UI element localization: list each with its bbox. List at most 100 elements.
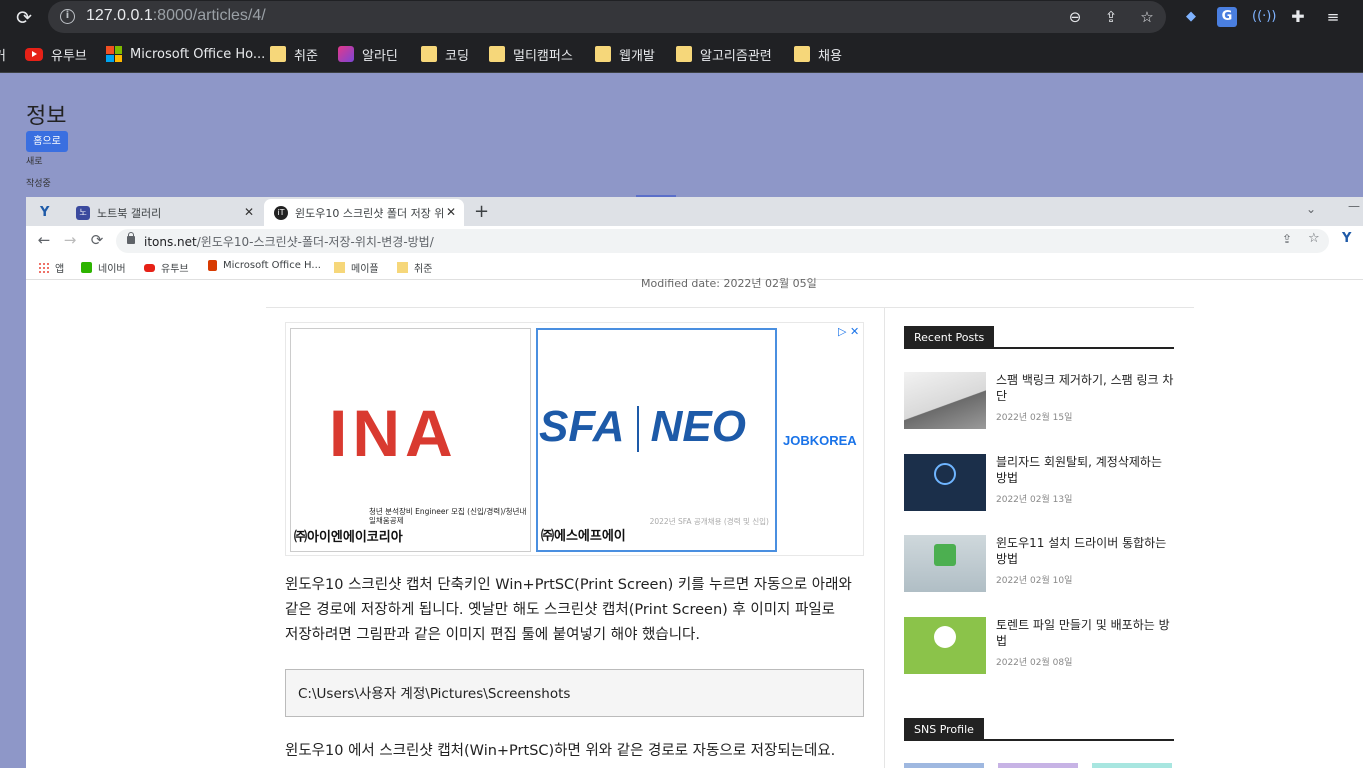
folder-icon — [595, 46, 611, 62]
ad-card-ina[interactable]: INA 청년 분석장비 Engineer 모집 (신입/경력)/청년내일채움공제… — [290, 328, 531, 552]
bookmark-folder-coding[interactable]: 코딩 — [421, 44, 469, 64]
sidebar-divider — [884, 308, 885, 768]
extensions-puzzle-icon[interactable]: ✚ — [1288, 7, 1308, 27]
article-paragraph-line: 같은 경로에 저장하게 됩니다. 옛날만 해도 스크린샷 캡처(Print Sc… — [285, 602, 836, 618]
tab-favicon-icon: 노 — [76, 205, 90, 220]
post-thumbnail[interactable] — [904, 535, 986, 592]
ad-card-sfa[interactable]: SFA NEO 2022년 SFA 공개채용 (경력 및 신입) ㈜에스에프에이 — [536, 328, 777, 552]
sns-icon[interactable] — [904, 763, 984, 768]
modified-date: Modified date: 2022년 02월 05일 — [641, 277, 817, 290]
translate-extension-icon[interactable]: G — [1217, 7, 1237, 27]
share-icon[interactable]: ⇪ — [1102, 8, 1120, 26]
ina-logo: INA — [329, 396, 458, 470]
naver-icon — [81, 262, 92, 273]
bookmark-microsoft-office[interactable]: Microsoft Office Ho... — [106, 44, 265, 64]
post-thumbnail[interactable] — [904, 454, 986, 511]
post-title[interactable]: 스팸 백링크 제거하기, 스팸 링크 차단 — [996, 372, 1174, 404]
inner-tab-gallery[interactable]: 노 노트북 갤러리 ✕ — [66, 199, 262, 226]
office-icon — [208, 260, 217, 271]
new-label: 새로 — [26, 157, 43, 167]
bookmark-folder-recruit[interactable]: 채용 — [794, 44, 842, 64]
minimize-icon[interactable]: — — [1348, 199, 1360, 213]
ad-company-name: ㈜아이엔에이코리아 — [294, 530, 403, 545]
bookmark-apps[interactable]: 앱 — [38, 260, 64, 275]
folder-icon — [489, 46, 505, 62]
divider — [266, 307, 1194, 308]
ad-choices-icon[interactable]: ▷ ✕ — [838, 325, 859, 338]
tab-search-chevron-icon[interactable]: ⌄ — [1306, 202, 1316, 216]
forward-icon[interactable]: → — [60, 231, 80, 249]
post-title[interactable]: 윈도우11 설치 드라이버 통합하는 방법 — [996, 535, 1174, 567]
bookmark-aladin[interactable]: 알라딘 — [338, 44, 398, 64]
folder-icon — [270, 46, 286, 62]
microsoft-office-icon — [106, 46, 122, 62]
blizzard-icon — [934, 463, 956, 485]
post-date: 2022년 02월 15일 — [996, 413, 1073, 423]
site-info-icon[interactable]: i — [60, 9, 75, 24]
apps-grid-icon — [38, 262, 49, 273]
bookmark-cut[interactable]: 커 — [0, 44, 6, 64]
recent-post-item[interactable]: 윈도우11 설치 드라이버 통합하는 방법 2022년 02월 10일 — [904, 535, 1174, 593]
gem-extension-icon[interactable]: ◆ — [1181, 7, 1201, 27]
bookmark-folder-maple[interactable]: 메이플 — [334, 260, 379, 275]
ad-banner[interactable]: INA 청년 분석장비 Engineer 모집 (신입/경력)/청년내일채움공제… — [285, 322, 864, 556]
recent-post-item[interactable]: 토렌트 파일 만들기 및 배포하는 방법 2022년 02월 08일 — [904, 617, 1174, 675]
bookmark-folder-chwijun-inner[interactable]: 취준 — [397, 260, 432, 275]
reload-icon[interactable]: ⟳ — [87, 231, 107, 249]
bookmark-youtube[interactable]: 유투브 — [25, 44, 87, 64]
broadcast-extension-icon[interactable]: ((·)) — [1252, 7, 1276, 27]
post-thumbnail[interactable] — [904, 372, 986, 429]
article-paragraph-line: 윈도우10 스크린샷 캡처 단축키인 Win+PrtSC(Print Scree… — [285, 577, 852, 593]
post-title[interactable]: 토렌트 파일 만들기 및 배포하는 방법 — [996, 617, 1174, 649]
bookmark-youtube-inner[interactable]: 유투브 — [144, 260, 189, 275]
folder-icon — [397, 262, 408, 273]
sns-icon[interactable] — [1092, 763, 1172, 768]
article-screenshot-image: Y 노 노트북 갤러리 ✕ iT 윈도우10 스크린샷 폴더 저장 위 ✕ + … — [26, 197, 1363, 768]
bookmark-star-icon[interactable]: ☆ — [1308, 231, 1320, 246]
page-title: 정보 — [26, 104, 67, 129]
recent-posts-header: Recent Posts — [904, 326, 1174, 349]
writing-label: 작성중 — [26, 179, 51, 189]
post-title[interactable]: 블리자드 회원탈퇴, 계정삭제하는 방법 — [996, 454, 1174, 486]
new-tab-icon[interactable]: + — [474, 201, 489, 222]
bookmark-naver[interactable]: 네이버 — [81, 260, 126, 275]
recent-post-item[interactable]: 스팸 백링크 제거하기, 스팸 링크 차단 2022년 02월 15일 — [904, 372, 1174, 430]
inner-vivaldi-icon[interactable]: Y — [40, 199, 60, 226]
inner-tab-article[interactable]: iT 윈도우10 스크린샷 폴더 저장 위 ✕ — [264, 199, 464, 226]
post-thumbnail[interactable] — [904, 617, 986, 674]
sns-icon[interactable] — [998, 763, 1078, 768]
folder-icon — [334, 262, 345, 273]
back-icon[interactable]: ← — [34, 231, 54, 249]
bookmark-folder-chwijun[interactable]: 취준 — [270, 44, 318, 64]
outer-bookmarks-bar: 커 유투브 Microsoft Office Ho... 취준 알라딘 코딩 멀… — [0, 35, 1363, 73]
ad-card-desc: 2022년 SFA 공개채용 (경력 및 신입) — [649, 517, 769, 526]
inner-address-bar[interactable]: itons.net/윈도우10-스크린샷-폴더-저장-위치-변경-방법/ ⇪ ☆ — [116, 229, 1329, 253]
reload-icon[interactable]: ⟳ — [12, 6, 36, 30]
outer-url: 127.0.0.1:8000/articles/4/ — [86, 7, 266, 24]
inner-toolbar: ← → ⟳ itons.net/윈도우10-스크린샷-폴더-저장-위치-변경-방… — [26, 226, 1363, 256]
home-button[interactable]: 홈으로 — [26, 131, 68, 152]
outer-address-bar[interactable]: i 127.0.0.1:8000/articles/4/ ⊖ ⇪ ☆ — [48, 1, 1166, 33]
ad-company-name: ㈜에스에프에이 — [541, 529, 626, 544]
bookmark-star-icon[interactable]: ☆ — [1138, 8, 1156, 26]
folder-icon — [421, 46, 437, 62]
share-icon[interactable]: ⇪ — [1282, 232, 1292, 246]
zoom-icon[interactable]: ⊖ — [1066, 8, 1084, 26]
recent-post-item[interactable]: 블리자드 회원탈퇴, 계정삭제하는 방법 2022년 02월 13일 — [904, 454, 1174, 512]
folder-icon — [676, 46, 692, 62]
aladin-icon — [338, 46, 354, 62]
post-date: 2022년 02월 13일 — [996, 495, 1073, 505]
bookmark-folder-algorithm[interactable]: 알고리즘관련 — [676, 44, 772, 64]
tab-close-icon[interactable]: ✕ — [244, 205, 254, 219]
youtube-icon — [144, 263, 155, 272]
inner-tab-strip: Y 노 노트북 갤러리 ✕ iT 윈도우10 스크린샷 폴더 저장 위 ✕ + … — [26, 197, 1363, 226]
ad-card-desc: 청년 분석장비 Engineer 모집 (신입/경력)/청년내일채움공제 — [369, 507, 527, 525]
extension-icon[interactable]: Y — [1342, 231, 1351, 246]
bookmark-folder-webdev[interactable]: 웹개발 — [595, 44, 655, 64]
tab-close-icon[interactable]: ✕ — [446, 205, 456, 219]
youtube-icon — [25, 47, 43, 61]
reading-list-icon[interactable]: ≡ — [1323, 7, 1343, 27]
bookmark-office-inner[interactable]: Microsoft Office H... — [208, 260, 321, 271]
bookmark-folder-multicampus[interactable]: 멀티캠퍼스 — [489, 44, 573, 64]
post-date: 2022년 02월 08일 — [996, 658, 1073, 668]
